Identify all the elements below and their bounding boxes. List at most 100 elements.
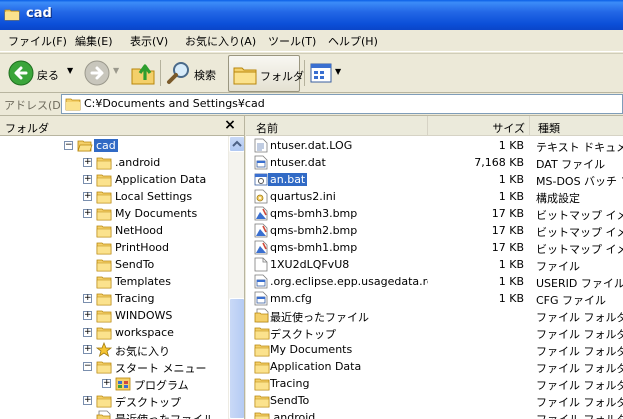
tree-item[interactable]: + Tracing — [0, 290, 228, 307]
expand-icon[interactable]: + — [83, 344, 92, 354]
ini-file-icon — [254, 189, 268, 204]
file-row[interactable]: .org.eclipse.epp.usagedata.rec... 1 KB USE… — [246, 273, 623, 290]
file-row[interactable]: quartus2.ini 1 KB 構成設定 — [246, 188, 623, 205]
generic-file-icon — [254, 257, 268, 272]
file-row[interactable]: Tracing ファイル フォルダ — [246, 375, 623, 392]
folder-icon — [96, 223, 112, 238]
expand-icon[interactable]: + — [83, 208, 92, 218]
expand-icon[interactable]: + — [83, 310, 92, 320]
menu-favorites[interactable]: お気に入り(A) — [185, 33, 256, 49]
file-type: ファイル フォルダ — [536, 411, 623, 419]
menu-tools[interactable]: ツール(T) — [268, 33, 316, 49]
tree-item[interactable]: Templates — [0, 273, 228, 290]
dat-file-icon — [254, 291, 268, 306]
collapse-icon[interactable]: − — [83, 361, 92, 371]
file-row[interactable]: ntuser.dat 7,168 KB DAT ファイル — [246, 154, 623, 171]
file-type: ファイル フォルダ — [536, 379, 623, 392]
forward-button[interactable]: ▼ — [82, 57, 122, 90]
column-name-label: 名前 — [256, 122, 278, 135]
search-icon — [167, 62, 189, 84]
column-name[interactable]: 名前 — [246, 116, 428, 135]
menu-edit[interactable]: 編集(E) — [75, 33, 113, 49]
collapse-icon[interactable]: − — [64, 140, 73, 150]
file-row[interactable]: qms-bmh2.bmp 17 KB ビットマップ イメージ — [246, 222, 623, 239]
expand-icon[interactable]: + — [83, 327, 92, 337]
tree-item[interactable]: + My Documents — [0, 205, 228, 222]
expand-icon[interactable]: + — [83, 191, 92, 201]
back-dropdown-icon[interactable]: ▼ — [67, 66, 73, 75]
folder-icon — [4, 9, 20, 21]
tree-item[interactable]: + Application Data — [0, 171, 228, 188]
expand-icon[interactable]: + — [83, 174, 92, 184]
menu-view[interactable]: 表示(V) — [130, 33, 168, 49]
expander-glyph: + — [84, 310, 92, 320]
toolbar-separator — [304, 60, 305, 86]
tree-item[interactable]: + デスクトップ — [0, 392, 228, 409]
folder-icon — [96, 155, 112, 170]
menu-help[interactable]: ヘルプ(H) — [328, 33, 378, 49]
tree-scrollbar[interactable] — [228, 136, 244, 419]
expand-icon[interactable]: + — [83, 395, 92, 405]
file-row[interactable]: SendTo ファイル フォルダ — [246, 392, 623, 409]
views-icon — [310, 63, 332, 83]
file-row[interactable]: 1XU2dLQFvU8 1 KB ファイル — [246, 256, 623, 273]
file-row[interactable]: .android ファイル フォルダ — [246, 409, 623, 419]
recent-icon — [254, 308, 269, 323]
views-button[interactable]: ▼ — [308, 57, 344, 90]
close-icon[interactable]: × — [222, 117, 238, 133]
expand-icon[interactable]: + — [83, 157, 92, 167]
file-row[interactable]: Application Data ファイル フォルダ — [246, 358, 623, 375]
file-row[interactable]: My Documents ファイル フォルダ — [246, 341, 623, 358]
folder-open-icon — [77, 138, 93, 153]
up-folder-button[interactable] — [128, 57, 156, 90]
file-row[interactable]: mm.cfg 1 KB CFG ファイル — [246, 290, 623, 307]
file-name: SendTo — [270, 394, 310, 407]
file-row[interactable]: デスクトップ ファイル フォルダ — [246, 324, 623, 341]
forward-dropdown-icon[interactable]: ▼ — [113, 66, 119, 75]
views-dropdown-icon[interactable]: ▼ — [335, 67, 341, 76]
tree-item[interactable]: PrintHood — [0, 239, 228, 256]
file-size: 1 KB — [498, 292, 524, 305]
scroll-thumb[interactable] — [229, 298, 244, 419]
scroll-up-button[interactable] — [229, 136, 244, 152]
folders-button[interactable]: フォルダ — [228, 55, 304, 92]
file-row[interactable]: ntuser.dat.LOG 1 KB テキスト ドキュメント — [246, 137, 623, 154]
file-name: Application Data — [270, 360, 362, 373]
menu-file[interactable]: ファイル(F) — [8, 33, 67, 49]
tree-item-label: .android — [115, 156, 161, 169]
column-size[interactable]: サイズ — [428, 116, 530, 135]
title-bar[interactable]: cad — [0, 0, 623, 30]
address-input[interactable]: C:¥Documents and Settings¥cad — [61, 94, 623, 114]
file-row[interactable]: 最近使ったファイル ファイル フォルダ — [246, 307, 623, 324]
folder-icon — [96, 308, 112, 323]
expand-icon[interactable]: + — [83, 293, 92, 303]
tree-item-label: デスクトップ — [115, 396, 181, 409]
tree-item[interactable]: SendTo — [0, 256, 228, 273]
file-size: 1 KB — [498, 173, 524, 186]
tree-item[interactable]: + Local Settings — [0, 188, 228, 205]
tree-item[interactable]: + プログラム — [0, 375, 228, 392]
file-row[interactable]: qms-bmh1.bmp 17 KB ビットマップ イメージ — [246, 239, 623, 256]
folder-icon — [96, 274, 112, 289]
tree-item[interactable]: + workspace — [0, 324, 228, 341]
tree-item[interactable]: + .android — [0, 154, 228, 171]
file-size: 1 KB — [498, 190, 524, 203]
file-name: qms-bmh3.bmp — [270, 207, 358, 220]
folder-pane-header: フォルダ × — [0, 116, 244, 136]
file-type: ファイル — [536, 260, 580, 273]
tree-item[interactable]: + お気に入り — [0, 341, 228, 358]
column-type[interactable]: 種類 — [530, 116, 623, 135]
folder-icon — [254, 359, 270, 374]
tree-item[interactable]: + WINDOWS — [0, 307, 228, 324]
back-button[interactable]: 戻る ▼ — [6, 57, 78, 90]
tree-item-label: Local Settings — [115, 190, 193, 203]
search-button[interactable]: 検索 — [164, 57, 224, 90]
tree-item[interactable]: 最近使ったファイル — [0, 409, 228, 419]
tree-item[interactable]: NetHood — [0, 222, 228, 239]
file-row[interactable]: qms-bmh3.bmp 17 KB ビットマップ イメージ — [246, 205, 623, 222]
tree-item-label: My Documents — [115, 207, 198, 220]
tree-item[interactable]: − スタート メニュー — [0, 358, 228, 375]
expand-icon[interactable]: + — [102, 378, 111, 388]
tree-item[interactable]: − cad — [0, 137, 228, 154]
file-row[interactable]: an.bat 1 KB MS-DOS バッチ ファイル — [246, 171, 623, 188]
